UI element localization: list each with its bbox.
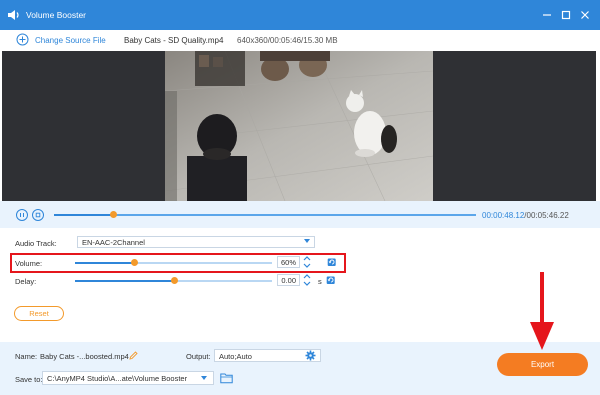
add-file-icon[interactable]	[16, 33, 29, 46]
delay-reset-icon[interactable]	[326, 275, 336, 285]
video-frame-image	[165, 51, 433, 201]
open-folder-icon[interactable]	[220, 372, 233, 384]
delay-label: Delay:	[15, 277, 37, 286]
current-time: 00:00:48.12	[482, 211, 525, 220]
audio-track-select[interactable]: EN-AAC-2Channel	[77, 236, 315, 248]
source-file-info: 640x360/00:05:46/15.30 MB	[237, 36, 338, 45]
delay-slider-fill	[75, 280, 174, 282]
output-file-name: Baby Cats -...boosted.mp4	[40, 352, 129, 361]
delay-slider[interactable]	[75, 277, 272, 284]
playback-progress-fill	[54, 214, 114, 216]
delay-stepper-icon[interactable]	[303, 273, 311, 287]
save-path-dropdown[interactable]	[194, 371, 214, 385]
delay-unit: s	[318, 277, 322, 286]
playback-controls: 00:00:48.12/00:05:46.22	[0, 201, 600, 228]
change-source-file-link[interactable]: Change Source File	[35, 36, 106, 45]
delay-slider-handle[interactable]	[170, 277, 178, 284]
file-toolbar: Change Source File Baby Cats - SD Qualit…	[0, 30, 600, 50]
volume-highlight-box	[10, 253, 346, 273]
source-file-name: Baby Cats - SD Quality.mp4	[124, 36, 224, 45]
edit-pencil-icon[interactable]	[129, 351, 138, 360]
export-button[interactable]: Export	[497, 353, 588, 376]
audio-track-label: Audio Track:	[15, 239, 57, 248]
total-time: 00:05:46.22	[526, 211, 569, 220]
pause-icon	[20, 213, 24, 217]
gear-icon[interactable]	[305, 350, 316, 361]
app-volume-icon	[8, 10, 19, 20]
playback-time: 00:00:48.12/00:05:46.22	[482, 211, 569, 220]
stop-icon	[35, 212, 41, 218]
output-bar: Name: Baby Cats -...boosted.mp4 Output: …	[0, 342, 600, 395]
delay-input[interactable]: 0.00	[277, 274, 300, 286]
audio-track-value: EN-AAC-2Channel	[82, 238, 145, 247]
output-label: Output:	[186, 352, 211, 361]
video-preview	[2, 51, 596, 201]
video-frame	[165, 51, 433, 201]
audio-settings-panel: Audio Track: EN-AAC-2Channel Volume: 60%…	[0, 228, 600, 342]
pause-button[interactable]	[16, 209, 28, 221]
maximize-icon	[561, 10, 571, 20]
reset-button[interactable]: Reset	[14, 306, 64, 321]
chevron-down-icon	[201, 376, 207, 380]
playback-progress-handle[interactable]	[110, 211, 118, 218]
chevron-down-icon	[304, 239, 310, 243]
minimize-icon	[543, 14, 551, 16]
close-button[interactable]	[578, 8, 592, 22]
title-bar: Volume Booster	[0, 0, 600, 30]
save-to-label: Save to:	[15, 375, 43, 384]
maximize-button[interactable]	[559, 8, 573, 22]
window-title: Volume Booster	[26, 10, 87, 20]
name-label: Name:	[15, 352, 38, 361]
save-path-field[interactable]: C:\AnyMP4 Studio\A...ate\Volume Booster	[42, 371, 214, 385]
annotation-arrow-icon	[530, 272, 554, 350]
minimize-button[interactable]	[540, 8, 554, 22]
playback-progress-bar[interactable]	[54, 211, 476, 218]
close-icon	[581, 11, 589, 19]
stop-button[interactable]	[32, 209, 44, 221]
